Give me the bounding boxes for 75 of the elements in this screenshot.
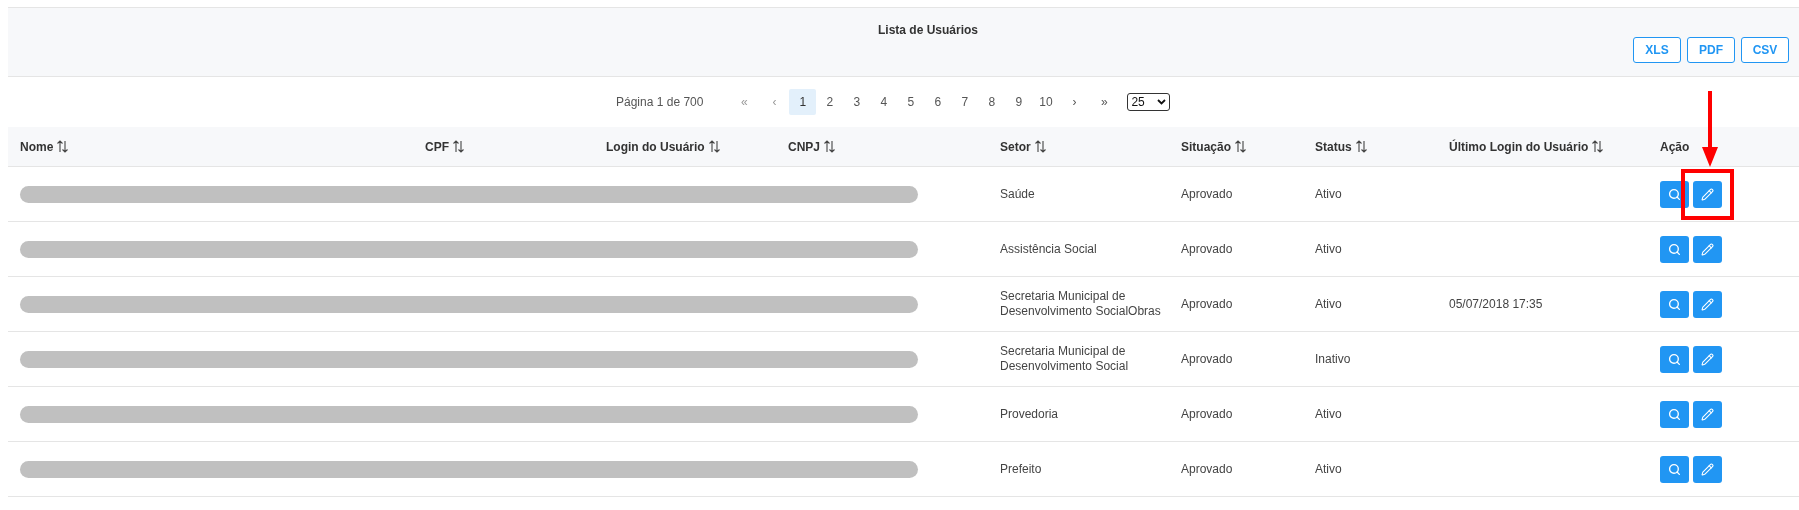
page-info: Página 1 de 700 <box>616 94 704 111</box>
column-header[interactable]: Login do Usuário <box>606 137 705 156</box>
last-page-button[interactable]: » <box>1089 93 1120 111</box>
page-button[interactable]: 1 <box>789 89 817 115</box>
table-cell-text: Ativo <box>1314 406 1343 423</box>
page-button[interactable]: 9 <box>1005 89 1033 115</box>
edit-button[interactable] <box>1693 455 1722 483</box>
table-cell-text: Provedoria <box>999 406 1060 422</box>
edit-button[interactable] <box>1693 180 1722 208</box>
search-icon <box>1668 297 1681 311</box>
column-header[interactable]: Setor <box>1000 137 1031 156</box>
sort-icon[interactable] <box>1034 140 1046 153</box>
search-icon <box>1668 462 1681 476</box>
table-cell-text: Ativo <box>1314 186 1343 203</box>
table-cell-text: Aprovado <box>1180 461 1234 478</box>
pencil-icon <box>1701 462 1714 476</box>
sort-icon[interactable] <box>1235 140 1246 153</box>
view-button[interactable] <box>1660 235 1689 263</box>
view-button[interactable] <box>1660 290 1689 318</box>
page-title: Lista de Usuários <box>878 22 979 39</box>
view-button[interactable] <box>1660 455 1689 483</box>
page-button[interactable]: 7 <box>951 89 979 115</box>
column-header[interactable]: Nome <box>20 137 54 156</box>
column-header[interactable]: CNPJ <box>788 137 820 156</box>
sort-icon[interactable] <box>1355 140 1367 153</box>
view-button[interactable] <box>1660 400 1689 428</box>
table-cell-text: Ativo <box>1314 241 1343 258</box>
table-cell-text: Aprovado <box>1180 406 1234 423</box>
page-button[interactable]: 10 <box>1032 89 1060 115</box>
view-button[interactable] <box>1660 345 1689 373</box>
pencil-icon <box>1701 352 1714 366</box>
search-icon <box>1668 352 1681 366</box>
table-cell-text: Inativo <box>1314 351 1352 368</box>
page-button[interactable]: 3 <box>843 89 871 115</box>
per-page-select[interactable]: 25 <box>1127 93 1171 111</box>
page-button[interactable]: 4 <box>870 89 898 115</box>
next-page-button[interactable]: › <box>1059 93 1090 111</box>
sort-icon[interactable] <box>708 140 720 153</box>
table-cell-text: Saúde <box>999 186 1036 202</box>
pencil-icon <box>1701 297 1714 311</box>
table-cell-text: Prefeito <box>999 461 1043 477</box>
search-icon <box>1668 407 1681 421</box>
sort-icon[interactable] <box>1592 140 1604 153</box>
pencil-icon <box>1701 407 1714 421</box>
table-cell-text: Secretaria Municipal de Desenvolvimento SocialObras <box>999 289 1162 319</box>
sort-icon[interactable] <box>453 140 464 153</box>
page-button[interactable]: 8 <box>978 89 1006 115</box>
edit-button[interactable] <box>1693 400 1722 428</box>
table-cell: 05/07/2018 17:35 <box>1449 297 1543 311</box>
table-cell-text: Secretaria Municipal de Desenvolvimento Social <box>999 344 1130 374</box>
pencil-icon <box>1701 187 1714 201</box>
search-icon <box>1668 242 1681 256</box>
column-header[interactable]: Último Login do Usuário <box>1449 137 1589 156</box>
pencil-icon <box>1701 242 1714 256</box>
page-button[interactable]: 6 <box>924 89 952 115</box>
edit-button[interactable] <box>1693 345 1722 373</box>
table-cell-text: Assistência Social <box>999 241 1098 257</box>
page-button[interactable]: 5 <box>897 89 925 115</box>
column-header[interactable]: CPF <box>425 137 449 156</box>
table-cell-text: Aprovado <box>1180 186 1234 203</box>
page-button[interactable]: 2 <box>816 89 844 115</box>
edit-button[interactable] <box>1693 290 1722 318</box>
column-header[interactable]: Situação <box>1181 137 1231 156</box>
table-cell-text: Aprovado <box>1180 241 1234 258</box>
column-header[interactable]: Status <box>1315 137 1352 156</box>
table-cell-text: Aprovado <box>1180 351 1234 368</box>
table-cell-text: Ativo <box>1314 461 1343 478</box>
sort-icon[interactable] <box>824 140 835 153</box>
chevron-down-icon <box>1157 99 1167 105</box>
sort-icon[interactable] <box>57 140 69 153</box>
edit-button[interactable] <box>1693 235 1722 263</box>
search-icon <box>1668 187 1681 201</box>
column-header[interactable]: Ação <box>1660 137 1690 156</box>
table-cell-text: Aprovado <box>1180 296 1234 313</box>
table-cell-text: Ativo <box>1314 296 1343 313</box>
